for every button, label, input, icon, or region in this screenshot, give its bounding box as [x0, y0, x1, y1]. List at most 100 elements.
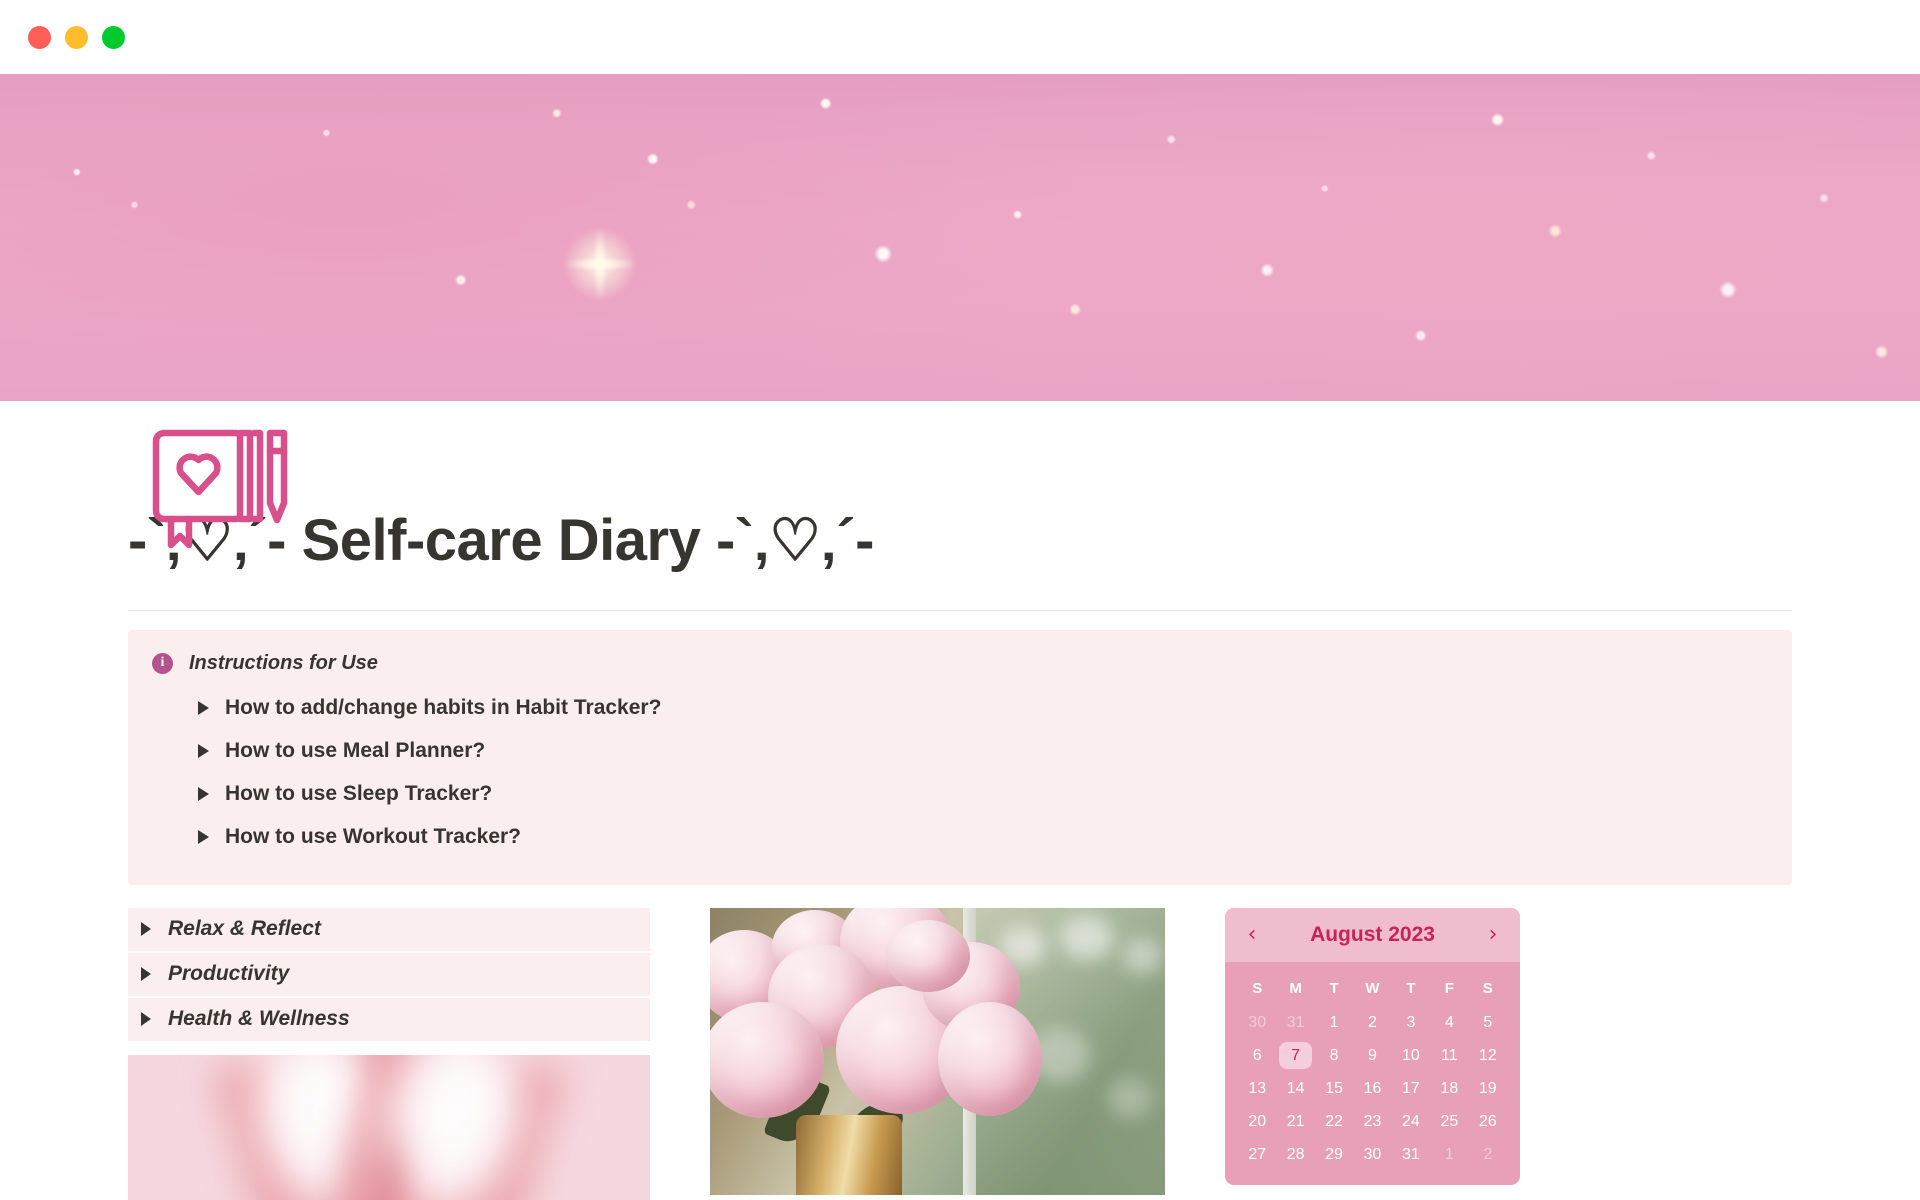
calendar-day[interactable]: 1: [1430, 1138, 1468, 1171]
calendar-day-label: 1: [1444, 1145, 1454, 1163]
calendar-day[interactable]: 2: [1469, 1138, 1507, 1171]
calendar-day[interactable]: 20: [1238, 1105, 1276, 1138]
calendar-day[interactable]: 1: [1315, 1006, 1353, 1039]
calendar-day[interactable]: 15: [1315, 1072, 1353, 1105]
calendar-day-label: 21: [1286, 1112, 1305, 1130]
callout-title: Instructions for Use: [189, 651, 378, 674]
calendar-day-label: 15: [1325, 1079, 1343, 1097]
calendar-day[interactable]: 30: [1353, 1138, 1391, 1171]
callout-item-label: How to use Meal Planner?: [225, 739, 486, 763]
calendar-day[interactable]: 21: [1276, 1105, 1314, 1138]
three-column-section: Relax & Reflect Productivity Health & We…: [128, 907, 1792, 1200]
page-body: -`‚♡‚´- Self-care Diary -`‚♡‚´- i Instru…: [0, 429, 1920, 1200]
calendar-day[interactable]: 2: [1353, 1006, 1391, 1039]
calendar-day-label: 18: [1440, 1079, 1459, 1097]
calendar-day-label: 28: [1286, 1145, 1305, 1163]
calendar-day[interactable]: 26: [1469, 1105, 1507, 1138]
calendar-day[interactable]: 27: [1238, 1138, 1276, 1171]
page-cover-banner[interactable]: [0, 74, 1920, 401]
calendar-week-row: 20 21 22 23 24 25 26: [1238, 1105, 1507, 1138]
calendar-day[interactable]: 22: [1315, 1105, 1353, 1138]
sparkle-star-icon: [563, 227, 637, 301]
calendar-day[interactable]: 9: [1353, 1039, 1391, 1072]
butterfly-image[interactable]: [128, 1054, 650, 1200]
calendar-day-label: 20: [1248, 1112, 1267, 1130]
calendar-day[interactable]: 28: [1276, 1138, 1314, 1171]
callout-toggle-item[interactable]: How to use Workout Tracker?: [198, 816, 1768, 859]
calendar-day-label: 27: [1248, 1145, 1267, 1163]
bokeh-light: [1122, 937, 1162, 974]
chevron-right-icon[interactable]: [198, 830, 209, 845]
calendar-day[interactable]: 18: [1430, 1072, 1468, 1105]
calendar-day-label: 24: [1402, 1112, 1420, 1130]
calendar-day[interactable]: 14: [1276, 1072, 1314, 1105]
callout-toggle-item[interactable]: How to use Sleep Tracker?: [198, 773, 1768, 816]
calendar-day[interactable]: 12: [1469, 1039, 1507, 1072]
calendar-day[interactable]: 5: [1469, 1006, 1507, 1039]
weekday-label: T: [1329, 979, 1339, 997]
chevron-right-icon[interactable]: [141, 1012, 151, 1027]
calendar-day-label: 2: [1483, 1145, 1493, 1163]
calendar-day-label: 6: [1252, 1046, 1262, 1064]
callout-toggle-list: How to add/change habits in Habit Tracke…: [152, 687, 1768, 859]
page-title: -`‚♡‚´- Self-care Diary -`‚♡‚´-: [128, 508, 874, 573]
calendar-day[interactable]: 13: [1238, 1072, 1276, 1105]
calendar-weekday-row: S M T W T F S: [1238, 972, 1507, 1006]
close-window-button[interactable]: [28, 25, 51, 49]
toggle-productivity[interactable]: Productivity: [128, 952, 650, 996]
next-month-button[interactable]: ›: [1483, 923, 1503, 946]
calendar-week-row: 30 31 1 2 3 4 5: [1238, 1006, 1507, 1039]
calendar-day-label: 11: [1441, 1046, 1458, 1064]
calendar-day-label: 16: [1363, 1079, 1382, 1097]
calendar-day[interactable]: 30: [1238, 1006, 1276, 1039]
calendar-day[interactable]: 24: [1392, 1105, 1430, 1138]
calendar-day[interactable]: 16: [1353, 1072, 1391, 1105]
calendar-day-label: 29: [1325, 1145, 1343, 1163]
calendar-day[interactable]: 4: [1430, 1006, 1468, 1039]
weekday-label: M: [1289, 979, 1302, 997]
callout-toggle-item[interactable]: How to use Meal Planner?: [198, 730, 1768, 773]
calendar-day-label: 5: [1483, 1013, 1493, 1031]
calendar-month-label: August 2023: [1310, 922, 1435, 946]
prev-month-button[interactable]: ‹: [1242, 923, 1262, 946]
chevron-right-icon[interactable]: [141, 967, 151, 982]
calendar-day[interactable]: 29: [1315, 1138, 1353, 1171]
toggle-health-and-wellness[interactable]: Health & Wellness: [128, 997, 650, 1041]
calendar-day-label: 31: [1286, 1013, 1305, 1031]
calendar-day[interactable]: 6: [1238, 1039, 1276, 1072]
heart-journal-pencil-icon[interactable]: [140, 411, 290, 561]
calendar-day[interactable]: 10: [1392, 1039, 1430, 1072]
callout-toggle-item[interactable]: How to add/change habits in Habit Tracke…: [198, 687, 1768, 730]
calendar-day-label: 4: [1444, 1013, 1454, 1031]
peonies-photo[interactable]: [710, 907, 1165, 1195]
toggle-relax-and-reflect[interactable]: Relax & Reflect: [128, 907, 650, 951]
calendar-day[interactable]: 31: [1276, 1006, 1314, 1039]
calendar-day[interactable]: 23: [1353, 1105, 1391, 1138]
calendar-day[interactable]: 25: [1430, 1105, 1468, 1138]
calendar-day[interactable]: 8: [1315, 1039, 1353, 1072]
zoom-window-button[interactable]: [102, 25, 125, 49]
chevron-right-icon[interactable]: [198, 701, 209, 716]
peony-flower: [938, 1001, 1042, 1116]
calendar-day[interactable]: 31: [1392, 1138, 1430, 1171]
calendar-week-row: 27 28 29 30 31 1 2: [1238, 1138, 1507, 1171]
calendar-week-row: 13 14 15 16 17 18 19: [1238, 1072, 1507, 1105]
calendar-widget[interactable]: ‹ August 2023 › S M T W T F S 30 31 1 2 3 4 5 6…: [1225, 907, 1520, 1185]
toggle-label: Productivity: [168, 962, 290, 986]
chevron-right-icon[interactable]: [198, 744, 209, 759]
weekday-label: W: [1365, 979, 1380, 997]
calendar-day[interactable]: 11: [1430, 1039, 1468, 1072]
calendar-day-today[interactable]: 7: [1276, 1039, 1314, 1072]
calendar-day[interactable]: 17: [1392, 1072, 1430, 1105]
calendar-day-label: 2: [1368, 1013, 1377, 1031]
minimize-window-button[interactable]: [65, 25, 88, 49]
calendar-day-label: 3: [1406, 1013, 1416, 1031]
calendar-day[interactable]: 19: [1469, 1072, 1507, 1105]
toggle-label: Relax & Reflect: [168, 917, 321, 941]
chevron-right-icon[interactable]: [198, 787, 209, 802]
chevron-right-icon[interactable]: [141, 922, 151, 937]
calendar-day-label: 7: [1279, 1041, 1313, 1069]
weekday-label: S: [1252, 979, 1263, 997]
bokeh-light: [1060, 915, 1114, 960]
calendar-day[interactable]: 3: [1392, 1006, 1430, 1039]
